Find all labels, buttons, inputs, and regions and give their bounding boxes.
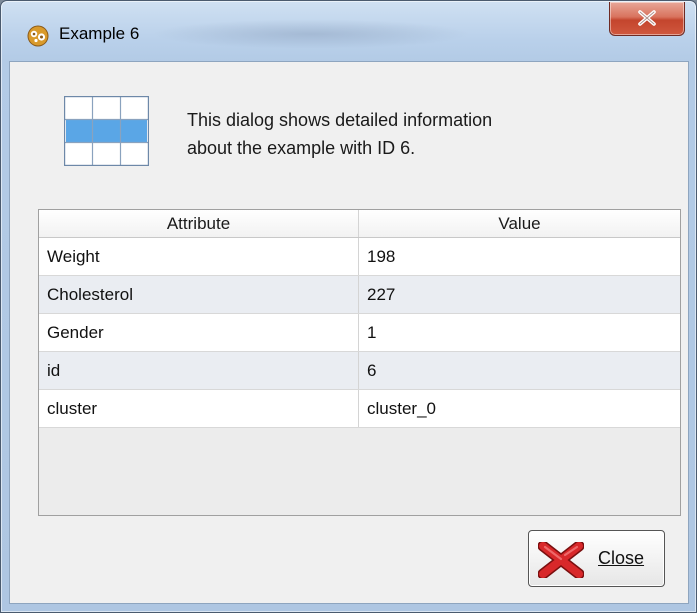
close-icon [638,10,656,26]
window-close-button[interactable] [609,2,685,36]
data-grid-icon [63,95,150,171]
close-button-label: Close [598,548,645,568]
rapidminer-gear-icon [27,25,49,47]
table-row[interactable]: Cholesterol 227 [39,276,680,314]
cell-attribute[interactable]: Weight [39,238,359,275]
attribute-table: Attribute Value Weight 198 Cholesterol 2… [38,209,681,516]
title-bar[interactable]: Example 6 [1,1,696,61]
cell-value[interactable]: 227 [359,276,680,313]
cell-value[interactable]: 1 [359,314,680,351]
table-body: Weight 198 Cholesterol 227 Gender 1 id 6… [39,238,680,428]
table-row[interactable]: id 6 [39,352,680,390]
table-row[interactable]: Gender 1 [39,314,680,352]
table-header: Attribute Value [39,210,680,238]
dialog-content: This dialog shows detailed information a… [9,61,689,604]
title-bar-glass [151,19,471,49]
cell-value[interactable]: cluster_0 [359,390,680,427]
info-line-2: about the example with ID 6. [187,138,416,158]
dialog-window: Example 6 This dialog shows detailed inf… [0,0,697,613]
cell-attribute[interactable]: Gender [39,314,359,351]
cell-value[interactable]: 198 [359,238,680,275]
cell-value[interactable]: 6 [359,352,680,389]
window-title: Example 6 [59,24,140,43]
column-header-attribute[interactable]: Attribute [39,210,359,237]
cell-attribute[interactable]: id [39,352,359,389]
info-line-1: This dialog shows detailed information [187,110,493,130]
close-button[interactable]: Close [528,530,665,587]
column-header-value[interactable]: Value [359,210,680,237]
red-x-icon [537,540,585,583]
table-row[interactable]: cluster cluster_0 [39,390,680,428]
cell-attribute[interactable]: Cholesterol [39,276,359,313]
cell-attribute[interactable]: cluster [39,390,359,427]
table-row[interactable]: Weight 198 [39,238,680,276]
info-message: This dialog shows detailed information a… [187,106,647,162]
